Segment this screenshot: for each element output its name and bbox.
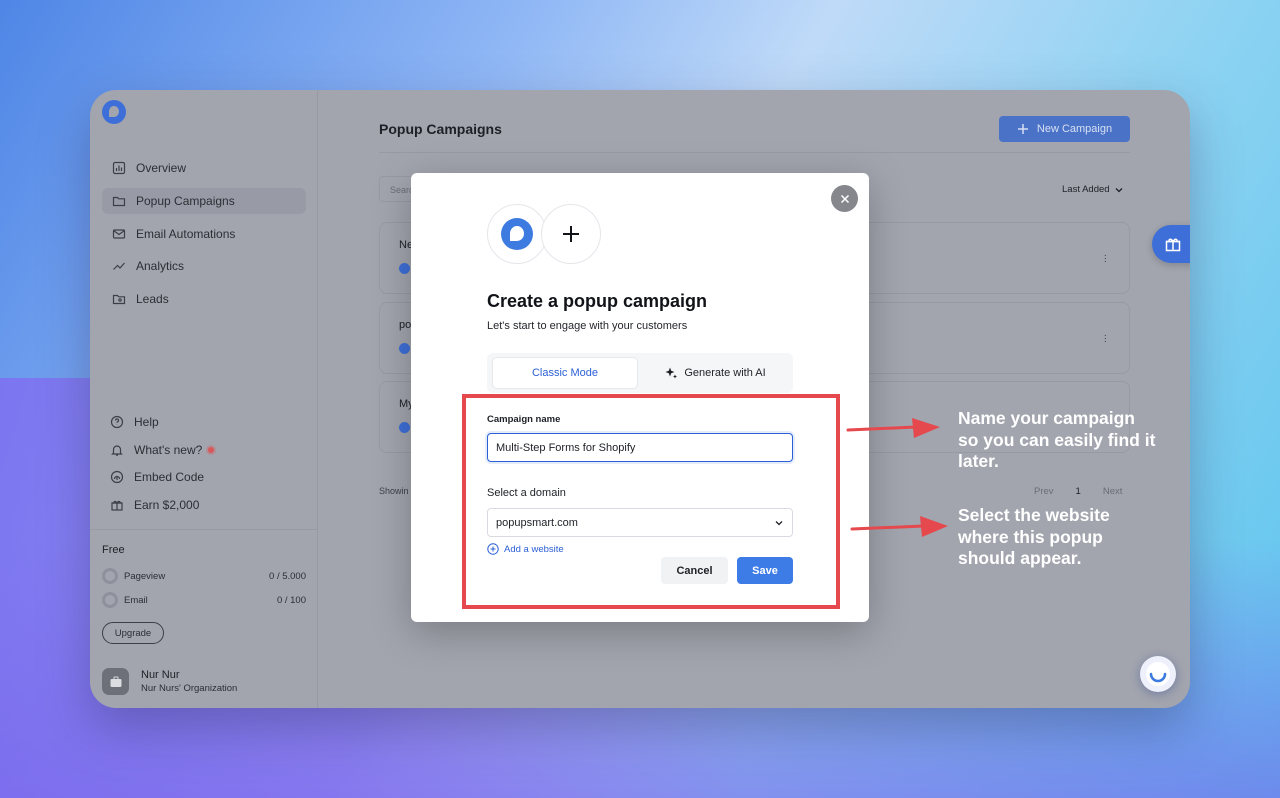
sidebar-item-label: Popup Campaigns (136, 193, 235, 208)
gift-tab-button[interactable] (1152, 225, 1190, 263)
sidebar-item-embed-code[interactable]: Embed Code (102, 464, 306, 490)
user-org: Nur Nurs' Organization (141, 683, 238, 694)
chart-icon (112, 161, 126, 175)
brand-logo-circle (487, 204, 547, 264)
briefcase-icon (110, 676, 121, 687)
quota-value: 0 / 5.000 (269, 570, 306, 582)
sidebar-item-analytics[interactable]: Analytics (102, 253, 306, 279)
trend-icon (112, 259, 126, 273)
tab-label: Generate with AI (684, 367, 766, 379)
modal-title: Create a popup campaign (487, 291, 708, 311)
sidebar-item-label: Analytics (136, 259, 185, 274)
arrow-right-icon (850, 516, 948, 537)
modal-subtitle: Let's start to engage with your customer… (487, 320, 688, 332)
campaign-domain-icon (399, 422, 410, 433)
sidebar-bottom-nav: Help What's new? Embed Code Earn $2,000 (102, 409, 306, 520)
notification-dot (208, 446, 215, 453)
page-title: Popup Campaigns (379, 121, 502, 137)
sidebar-item-label: Email Automations (136, 226, 236, 241)
upgrade-button[interactable]: Upgrade (102, 622, 164, 644)
quota-value: 0 / 100 (276, 594, 306, 606)
contacts-folder-icon (112, 292, 126, 306)
sidebar-item-popup-campaigns[interactable]: Popup Campaigns (102, 187, 306, 214)
sidebar-item-label: Overview (136, 161, 187, 175)
highlight-box (462, 394, 840, 609)
chevron-down-icon (1115, 187, 1123, 192)
prev-page-button[interactable]: Prev (1034, 486, 1054, 497)
sidebar-item-overview[interactable]: Overview (102, 155, 306, 181)
mode-tabs: Classic Mode Generate with AI (487, 353, 793, 393)
new-campaign-label: New Campaign (1036, 123, 1113, 135)
fingerprint-icon (110, 470, 124, 484)
sparkle-icon (665, 367, 678, 379)
app-logo-icon[interactable] (102, 100, 126, 124)
gift-icon (110, 498, 124, 512)
sidebar-item-earn[interactable]: Earn $2,000 (102, 492, 306, 518)
campaign-domain-icon (399, 263, 410, 274)
plan-usage: Free Pageview 0 / 5.000 Email 0 / 100 Up… (90, 529, 318, 644)
chat-widget-button[interactable] (1140, 656, 1176, 692)
tab-generate-with-ai[interactable]: Generate with AI (642, 357, 788, 389)
sidebar-item-email-automations[interactable]: Email Automations (102, 221, 306, 247)
user-name: Nur Nur (141, 669, 180, 681)
popupsmart-logo-icon (501, 218, 533, 250)
annotation-domain-hint: Select the website where this popup shou… (958, 505, 1110, 568)
pagination: Prev 1 Next (1034, 486, 1122, 497)
quota-label: Pageview (124, 570, 166, 582)
sidebar-nav: Overview Popup Campaigns Email Automatio… (102, 155, 306, 319)
sidebar-item-whats-new[interactable]: What's new? (102, 437, 306, 463)
tab-label: Classic Mode (531, 367, 599, 379)
sidebar-item-label: What's new? (134, 442, 203, 457)
plan-title: Free (102, 544, 125, 556)
annotation-name-hint: Name your campaign so you can easily fin… (958, 408, 1156, 471)
mail-icon (112, 227, 126, 241)
sidebar: Overview Popup Campaigns Email Automatio… (90, 90, 318, 708)
folder-icon (112, 194, 126, 208)
new-campaign-button[interactable]: New Campaign (999, 116, 1130, 142)
smile-chat-icon (1146, 662, 1170, 686)
plus-icon (1017, 124, 1028, 134)
usage-ring-icon (102, 568, 118, 584)
sidebar-item-help[interactable]: Help (102, 409, 306, 435)
sidebar-item-label: Embed Code (134, 470, 205, 485)
tab-classic-mode[interactable]: Classic Mode (492, 357, 638, 389)
header-divider (379, 152, 1130, 153)
close-button[interactable] (831, 185, 858, 212)
gift-icon (1165, 238, 1181, 252)
sort-dropdown[interactable]: Last Added (1062, 184, 1124, 195)
sidebar-item-label: Help (134, 415, 159, 429)
avatar (102, 668, 129, 695)
campaign-name: po (399, 319, 412, 331)
bell-icon (110, 443, 124, 457)
add-circle (541, 204, 601, 264)
quota-email: Email 0 / 100 (102, 588, 306, 612)
more-options-icon[interactable]: · · · (1104, 331, 1107, 347)
sidebar-item-label: Earn $2,000 (134, 498, 200, 513)
showing-text: Showin (379, 486, 409, 496)
quota-pageview: Pageview 0 / 5.000 (102, 564, 306, 588)
user-profile[interactable]: Nur Nur Nur Nurs' Organization (102, 668, 237, 695)
campaign-domain-icon (399, 343, 410, 354)
quota-label: Email (124, 594, 148, 606)
help-icon (110, 415, 124, 429)
plus-icon (563, 226, 579, 242)
close-icon (840, 194, 849, 203)
next-page-button[interactable]: Next (1103, 486, 1123, 497)
sidebar-item-label: Leads (136, 292, 169, 307)
usage-ring-icon (102, 592, 118, 608)
more-options-icon[interactable]: · · · (1104, 251, 1107, 267)
arrow-right-icon (846, 418, 940, 438)
sort-label: Last Added (1062, 184, 1110, 195)
sidebar-item-leads[interactable]: Leads (102, 286, 306, 312)
current-page[interactable]: 1 (1076, 486, 1081, 497)
